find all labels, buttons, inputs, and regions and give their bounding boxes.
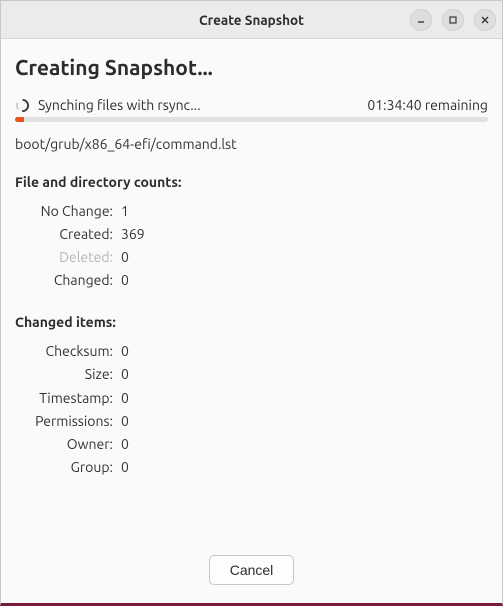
titlebar: Create Snapshot [1,1,502,39]
content-area: Creating Snapshot... Synching files with… [1,39,502,603]
changed-row: Group:0 [19,456,488,479]
counts-value: 1 [121,200,129,223]
status-row: Synching files with rsync... 01:34:40 re… [15,97,488,113]
changed-title: Changed items: [15,314,488,330]
changed-block: Checksum:0Size:0Timestamp:0Permissions:0… [19,340,488,479]
counts-row: Changed:0 [19,269,488,292]
counts-row: Created:369 [19,223,488,246]
window-controls [410,9,496,31]
counts-value: 0 [121,246,129,269]
maximize-icon [448,15,458,25]
status-message: Synching files with rsync... [38,97,201,113]
current-file-path: boot/grub/x86_64-efi/command.lst [15,136,488,152]
progress-bar [15,117,488,122]
status-remaining: 01:34:40 remaining [367,97,488,113]
window-title: Create Snapshot [199,12,304,28]
progress-fill [15,117,24,122]
changed-row: Size:0 [19,363,488,386]
counts-value: 369 [121,223,145,246]
minimize-button[interactable] [410,9,432,31]
changed-value: 0 [121,340,129,363]
close-button[interactable] [474,9,496,31]
counts-row: No Change:1 [19,200,488,223]
maximize-button[interactable] [442,9,464,31]
footer: Cancel [15,541,488,603]
counts-label: Deleted: [19,246,121,269]
spinner-icon [15,98,30,113]
changed-row: Owner:0 [19,433,488,456]
cancel-button[interactable]: Cancel [209,555,295,585]
status-left: Synching files with rsync... [15,97,201,113]
changed-row: Checksum:0 [19,340,488,363]
changed-value: 0 [121,363,129,386]
counts-block: No Change:1Created:369Deleted:0Changed:0 [19,200,488,292]
close-icon [480,15,490,25]
counts-label: No Change: [19,200,121,223]
changed-value: 0 [121,387,129,410]
counts-label: Changed: [19,269,121,292]
changed-label: Group: [19,456,121,479]
changed-row: Timestamp:0 [19,387,488,410]
counts-title: File and directory counts: [15,174,488,190]
counts-label: Created: [19,223,121,246]
page-heading: Creating Snapshot... [15,55,488,79]
changed-label: Checksum: [19,340,121,363]
minimize-icon [416,15,426,25]
counts-value: 0 [121,269,129,292]
changed-label: Size: [19,363,121,386]
changed-row: Permissions:0 [19,410,488,433]
changed-label: Timestamp: [19,387,121,410]
changed-label: Permissions: [19,410,121,433]
changed-value: 0 [121,456,129,479]
changed-value: 0 [121,433,129,456]
counts-row: Deleted:0 [19,246,488,269]
changed-label: Owner: [19,433,121,456]
changed-value: 0 [121,410,129,433]
